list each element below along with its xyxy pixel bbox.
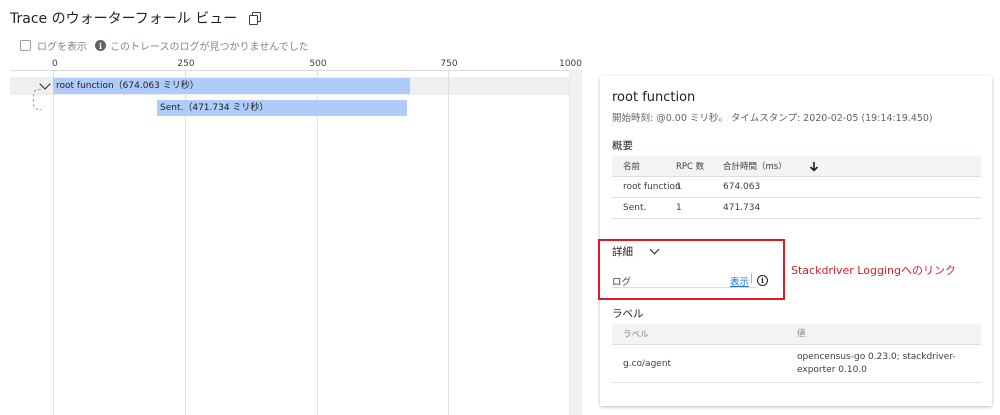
table-row: g.co/agent opencensus-go 0.23.0; stackdr…	[612, 345, 981, 383]
cell-total-time: 471.734	[723, 203, 761, 213]
span-meta: 開始時刻: @0.00 ミリ秒。 タイムスタンプ: 2020-02-05 (19…	[612, 113, 933, 124]
cell-rpc: 1	[676, 182, 682, 192]
axis-tick-label: 500	[309, 59, 327, 69]
waterfall-chart: 0 250 500 750 1000 root function（674.063…	[0, 58, 582, 415]
no-logs-message: このトレースのログが見つかりませんでした	[110, 42, 309, 53]
page-title: Trace のウォーターフォール ビュー	[10, 8, 262, 28]
copy-icon[interactable]	[249, 12, 262, 25]
span-bar-label: root function（674.063 ミリ秒）	[56, 81, 199, 91]
column-header-value: 値	[797, 328, 806, 339]
gridline	[317, 70, 318, 415]
cell-label-value: opencensus-go 0.23.0; stackdriver-export…	[797, 351, 956, 375]
axis-tick-label: 1000	[559, 59, 582, 69]
cell-rpc: 1	[676, 203, 682, 213]
column-header-total-time[interactable]: 合計時間（ms）	[723, 160, 803, 172]
column-header-rpc: RPC 数	[676, 162, 705, 172]
axis-tick-label: 250	[177, 59, 195, 69]
gridline	[53, 70, 54, 415]
vertical-scrollbar[interactable]	[569, 70, 582, 415]
table-row[interactable]: Sent. 1 471.734	[612, 198, 981, 219]
show-logs-checkbox[interactable]	[20, 40, 31, 51]
span-name: root function	[612, 90, 696, 105]
cell-name: Sent.	[623, 203, 647, 213]
gridline	[185, 70, 186, 415]
axis-tick-label: 750	[440, 59, 458, 69]
span-connector	[33, 89, 41, 110]
cell-total-time: 674.063	[723, 182, 761, 192]
span-bar-label: Sent.（471.734 ミリ秒）	[160, 103, 269, 113]
page-title-text: Trace のウォーターフォール ビュー	[10, 11, 238, 27]
table-header: 名前 RPC 数 合計時間（ms）	[612, 156, 981, 177]
show-logs-row: ログを表示 i このトレースのログが見つかりませんでした	[20, 38, 309, 53]
axis-line	[10, 70, 572, 71]
gridline	[448, 70, 449, 415]
info-icon: i	[95, 40, 106, 51]
show-logs-label: ログを表示	[37, 42, 87, 53]
labels-table: ラベル 値 g.co/agent opencensus-go 0.23.0; s…	[612, 324, 981, 383]
summary-heading: 概要	[612, 140, 633, 152]
column-header-label: ラベル	[623, 330, 649, 340]
column-header-total-time-label: 合計時間（ms）	[723, 162, 787, 172]
axis-tick-label: 0	[52, 59, 58, 69]
column-header-name: 名前	[623, 162, 641, 172]
table-row[interactable]: root function 1 674.063	[612, 177, 981, 198]
arrow-down-icon[interactable]	[809, 161, 819, 172]
cell-label-key: g.co/agent	[623, 358, 672, 369]
span-bar-root-function[interactable]: root function（674.063 ミリ秒）	[53, 78, 410, 94]
labels-heading: ラベル	[612, 308, 644, 320]
cell-name: root function	[623, 182, 681, 192]
annotation-text: Stackdriver Loggingへのリンク	[791, 264, 956, 277]
table-header: ラベル 値	[612, 324, 981, 345]
summary-table: 名前 RPC 数 合計時間（ms） root function 1 674.06…	[612, 156, 981, 219]
annotation-highlight-box	[598, 239, 785, 300]
span-bar-sent[interactable]: Sent.（471.734 ミリ秒）	[157, 100, 407, 116]
